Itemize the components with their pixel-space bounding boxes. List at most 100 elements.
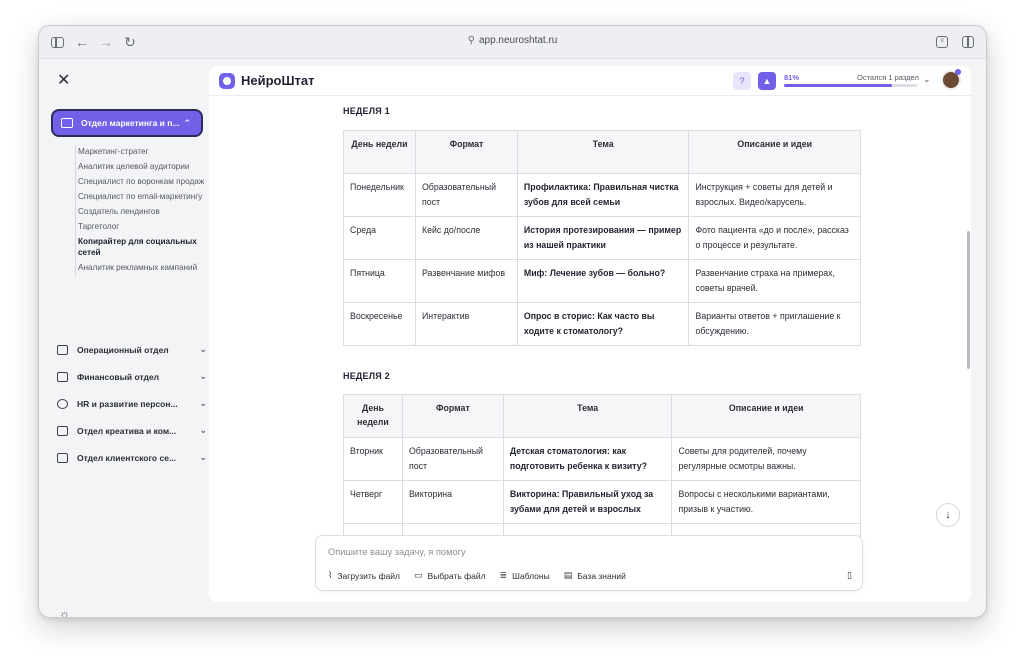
sidebar-dept-hr[interactable]: HR и развитие персон... ⌄ [57,396,207,412]
table-row: Среда Кейс до/после История протезирован… [343,216,861,260]
scroll-down-arrow-icon[interactable]: ↓ [936,503,960,527]
sidebar-dept-client-service[interactable]: Отдел клиентского се... ⌄ [57,450,207,466]
cell-topic: Миф: Лечение зубов — больно? [516,259,690,303]
sidebar-subitem[interactable]: Специалист по email-маркетингу [76,191,205,202]
progress-note: Остался 1 раздел [857,73,919,82]
action-label: База знаний [577,570,626,581]
sidebar-subitem[interactable]: Маркетинг-стратег [76,146,205,157]
sidebar-dept-creative[interactable]: Отдел креатива и ком... ⌄ [57,423,207,439]
chat-content: НЕДЕЛЯ 1 День недели Формат Тема Описани… [209,96,971,602]
app-name: НейроШтат [241,73,315,88]
split-view-icon[interactable] [962,36,974,48]
browser-window: ← → ↻ ⚲ app.neuroshtat.ru ≡ ✕ Отдел марке… [38,25,987,618]
cell-description: Варианты ответов + приглашение к обсужде… [688,302,861,346]
column-header: Описание и идеи [671,394,861,438]
wallet-icon [57,372,68,382]
cell-description: Фото пациента «до и после», рассказ о пр… [688,216,861,260]
url-text: app.neuroshtat.ru [478,35,558,46]
cell-topic: Опрос в сторис: Как часто вы ходите к ст… [516,302,690,346]
cell-topic: Профилактика: Правильная чистка зубов дл… [516,173,690,217]
progress-bar-fill [784,84,892,87]
cell-topic: История протезирования — пример из нашей… [516,216,690,260]
theme-toggle-sun-icon[interactable]: ☼ [59,607,70,617]
main-panel: НейроШтат ? ▲ 81% Остался 1 раздел ⌄ НЕД… [209,66,971,602]
table-row: Вторник Образовательный пост Детская сто… [343,437,861,481]
table-row: Понедельник Образовательный пост Профила… [343,173,861,217]
folder-icon: ▭ [414,570,423,580]
sidebar-dept-label: Операционный отдел [77,345,169,355]
id-card-icon [57,453,68,463]
app-logo-icon [219,73,235,89]
table-row: Пятница Развенчание мифов Миф: Лечение з… [343,259,861,303]
chevron-down-icon: ⌄ [199,452,207,462]
column-header: День недели [343,394,403,438]
close-icon[interactable]: ✕ [57,73,70,89]
cell-day: Воскресенье [343,302,416,346]
composer-actions: ⌇ Загрузить файл ▭ Выбрать файл ≣ Шаблоны ▤… [328,570,640,581]
cell-format: Образовательный пост [401,437,504,481]
choose-file-button[interactable]: ▭ Выбрать файл [414,570,486,581]
sidebar-dept-marketing[interactable]: Отдел маркетинга и п... ⌃ [51,109,203,137]
chevron-down-icon[interactable]: ⌄ [923,74,931,85]
sidebar-subitem[interactable]: Аналитик рекламных кампаний [76,262,205,273]
lock-icon: ⚲ [467,35,475,46]
cell-day: Вторник [343,437,403,481]
composer: Опишите вашу задачу, я помогу ⌇ Загрузить… [315,535,863,591]
address-bar[interactable]: ⚲ app.neuroshtat.ru [39,35,986,46]
cell-day: Четверг [343,480,403,524]
help-icon[interactable]: ? [733,72,751,90]
sidebar-subitem[interactable]: Аналитик целевой аудитории [76,161,205,172]
sidebar-dept-label: HR и развитие персон... [77,399,178,409]
microphone-icon[interactable]: ▯ [847,570,852,581]
scrollbar[interactable] [967,231,970,369]
cell-description: Развенчание страха на примерах, советы в… [688,259,861,303]
upload-file-button[interactable]: ⌇ Загрузить файл [328,570,400,581]
sidebar-subitem-active[interactable]: Копирайтер для социальных сетей [76,236,205,258]
cell-day: Среда [343,216,416,260]
cell-topic: Викторина: Правильный уход за зубами для… [502,480,673,524]
cell-day: Понедельник [343,173,416,217]
sidebar-subitem[interactable]: Специалист по воронкам продаж [76,176,205,187]
app-header: НейроШтат ? ▲ 81% Остался 1 раздел ⌄ [209,66,971,96]
cell-topic: Детская стоматология: как подготовить ре… [502,437,673,481]
reader-icon[interactable]: ≡ [936,36,948,48]
chevron-down-icon: ⌄ [199,371,207,381]
week-title: НЕДЕЛЯ 1 [343,106,390,116]
sidebar-subitem[interactable]: Создатель лендингов [76,206,205,217]
column-header: Тема [502,394,673,438]
cell-format: Викторина [401,480,504,524]
action-label: Загрузить файл [337,570,401,581]
task-input[interactable]: Опишите вашу задачу, я помогу [328,547,466,557]
sidebar-dept-label: Финансовый отдел [77,372,160,382]
cell-format: Кейс до/после [414,216,518,260]
cell-description: Инструкция + советы для детей и взрослых… [688,173,861,217]
table-row: Четверг Викторина Викторина: Правильный … [343,480,861,524]
sidebar-dept-label: Отдел креатива и ком... [77,426,177,436]
grid-icon [57,345,68,355]
action-label: Выбрать файл [427,570,486,581]
chevron-down-icon: ⌄ [199,398,207,408]
sidebar: ✕ Отдел маркетинга и п... ⌃ Маркетинг-ст… [39,59,209,617]
graduation-cap-icon[interactable]: ▲ [758,72,776,90]
chat-icon [57,426,68,436]
sidebar-dept-finance[interactable]: Финансовый отдел ⌄ [57,369,207,385]
table-row: Воскресенье Интерактив Опрос в сторис: К… [343,302,861,346]
column-header: Формат [414,130,518,174]
notification-dot [955,69,961,75]
cell-day: Пятница [343,259,416,303]
book-icon: ▤ [563,570,573,580]
sidebar-dept-operations[interactable]: Операционный отдел ⌄ [57,342,207,358]
week-title: НЕДЕЛЯ 2 [343,371,390,381]
knowledge-base-button[interactable]: ▤ База знаний [564,570,626,581]
progress-bar [784,84,917,87]
cell-description: Вопросы с несколькими вариантами, призыв… [671,480,861,524]
column-header: Формат [401,394,504,438]
cell-format: Интерактив [414,302,518,346]
users-icon [57,399,68,409]
table-header-row: День недели Формат Тема Описание и идеи [343,394,861,438]
browser-toolbar: ← → ↻ ⚲ app.neuroshtat.ru ≡ [39,26,986,59]
cell-description: Советы для родителей, почему регулярные … [671,437,861,481]
templates-button[interactable]: ≣ Шаблоны [500,570,550,581]
paperclip-icon: ⌇ [328,570,333,580]
sidebar-subitem[interactable]: Таргетолог [76,221,205,232]
